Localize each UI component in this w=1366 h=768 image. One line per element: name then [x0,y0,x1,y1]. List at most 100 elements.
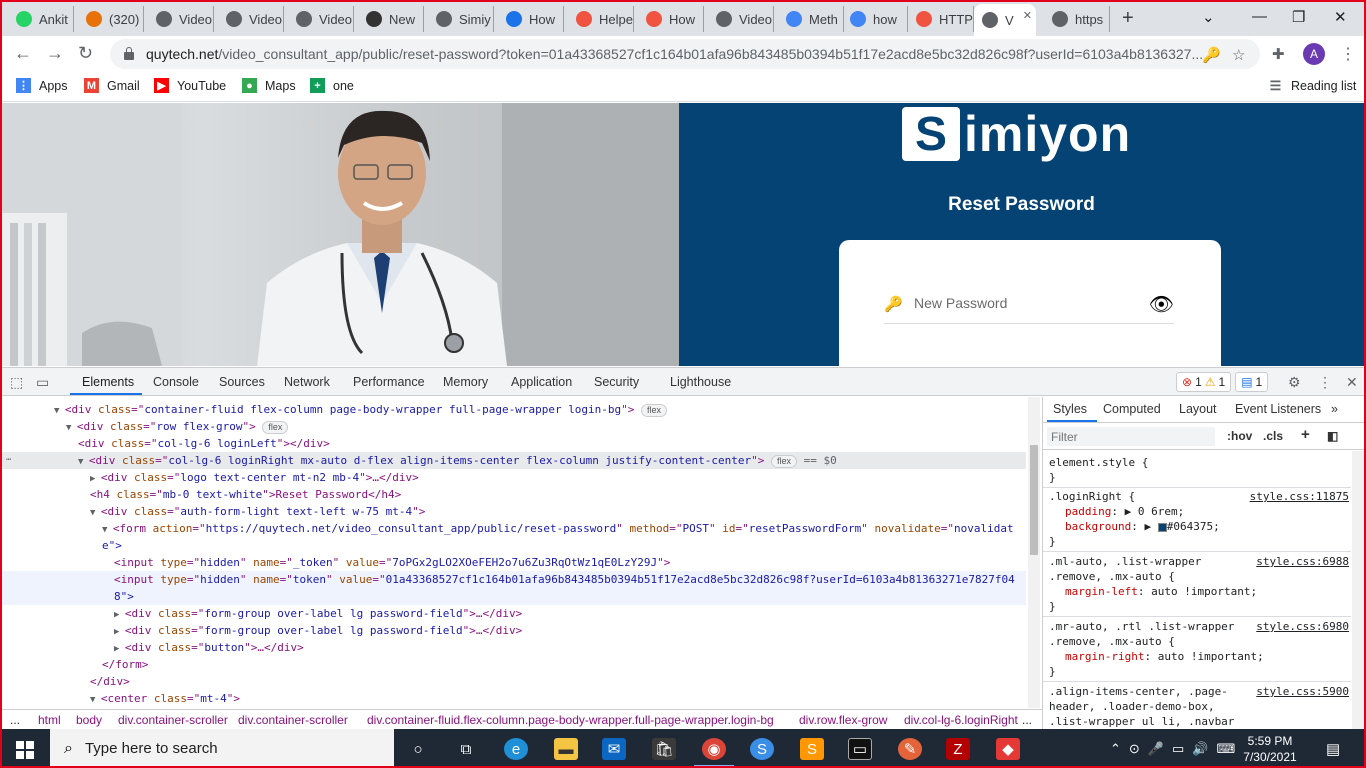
breadcrumb-item[interactable]: ... [1022,713,1032,727]
breadcrumb-item[interactable]: html [38,713,61,727]
color-swatch[interactable] [1157,522,1167,532]
bookmark-item[interactable]: M Gmail [84,78,140,93]
back-arrow-icon[interactable]: ← [14,43,32,64]
stylesheet-link[interactable]: style.css:6980 [1256,619,1349,634]
file-explorer-icon[interactable]: ▬ [554,738,578,760]
inspect-element-icon[interactable]: ⬚ [10,374,23,391]
expanded-triangle-icon[interactable]: ▼ [78,457,89,467]
css-declaration[interactable]: margin-left: auto !important; [1049,584,1345,599]
dom-node-line[interactable]: <input type="hidden" name="_token" value… [2,554,1026,571]
task-view-icon[interactable]: ⧉ [454,738,478,760]
mail-icon[interactable]: ✉ [602,738,626,760]
breadcrumb-item[interactable]: div.container-fluid.flex-column.page-bod… [367,713,774,727]
anydesk-icon[interactable]: ◆ [996,738,1020,760]
browser-tab[interactable]: Video [148,6,214,32]
dom-node-line[interactable]: ▶ <div class="button">…</div> [2,639,1026,656]
device-toolbar-icon[interactable]: ▭ [36,374,49,391]
messages-badge[interactable]: ▤ 1 [1235,372,1269,392]
chrome-icon[interactable]: ◉ [702,738,726,760]
more-tabs-chevron-icon[interactable]: » [1331,402,1338,416]
breadcrumb-item[interactable]: div.row.flex-grow [799,713,887,727]
browser-tab[interactable]: Ankit [8,6,74,32]
breadcrumb-item[interactable]: div.col-lg-6.loginRight [904,713,1018,727]
hover-state-toggle[interactable]: :hov [1227,429,1252,443]
devtools-tab-security[interactable]: Security [594,375,639,389]
forward-arrow-icon[interactable]: → [46,43,64,64]
scrollbar-thumb[interactable] [1030,445,1038,555]
css-rule[interactable]: .loginRight {style.css:11875 padding: ▶ 0… [1043,487,1351,552]
css-rule[interactable]: element.style {} [1043,453,1351,488]
css-rule[interactable]: .ml-auto, .list-wrapper .remove, .mx-aut… [1043,552,1351,617]
dom-node-line[interactable]: ⋯ ▼ <div class="col-lg-6 loginRight mx-a… [2,452,1026,469]
postman-icon[interactable]: ✎ [898,738,922,760]
taskbar-clock[interactable]: 5:59 PM 7/30/2021 [1240,733,1300,765]
dom-node-line[interactable]: ▼ <div class="container-fluid flex-colum… [2,401,1026,418]
dom-node-line[interactable]: ▶ <div class="form-group over-label lg p… [2,622,1026,639]
browser-tab[interactable]: Helpe [568,6,634,32]
stylesheet-link[interactable]: style.css:5900 [1256,684,1349,699]
expanded-triangle-icon[interactable]: ▼ [102,525,113,535]
devtools-tab-console[interactable]: Console [153,375,199,389]
store-icon[interactable]: 🛍 [652,738,676,760]
dom-node-line[interactable]: <h4 class="mb-0 text-white">Reset Passwo… [2,486,1026,503]
expanded-triangle-icon[interactable]: ▼ [90,695,101,705]
stylesheet-link[interactable]: style.css:11875 [1250,489,1349,504]
styles-scrollbar[interactable] [1352,451,1364,730]
breadcrumb-item[interactable]: ... [10,713,20,727]
dom-node-line[interactable]: ▼ <div class="row flex-grow"> flex [2,418,1026,435]
toggle-sidebar-icon[interactable]: ◧ [1327,429,1338,443]
collapsed-triangle-icon[interactable]: ▶ [114,610,125,620]
flex-badge[interactable]: flex [771,455,798,468]
collapsed-triangle-icon[interactable]: ▶ [90,474,101,484]
expanded-triangle-icon[interactable]: ▼ [66,423,77,433]
browser-tab[interactable]: Video [218,6,284,32]
dom-node-line[interactable]: <div class="col-lg-6 loginLeft"></div> [2,435,1026,452]
sublime-text-icon[interactable]: S [800,738,824,760]
cortana-icon[interactable]: ○ [406,738,430,760]
devtools-tab-elements[interactable]: Elements [82,375,134,389]
tab-search-icon[interactable]: ⌄ [1202,8,1215,26]
browser-tab[interactable]: how [842,6,908,32]
css-rule[interactable]: .mr-auto, .rtl .list-wrapper .remove, .m… [1043,617,1351,682]
dom-node-line[interactable]: e"> [2,537,1026,554]
browser-menu-icon[interactable]: ⋮ [1340,44,1356,64]
browser-tab[interactable]: Simiy [428,6,494,32]
new-tab-plus-icon[interactable]: + [1122,7,1134,30]
devtools-menu-icon[interactable]: ⋮ [1318,374,1332,391]
address-bar[interactable]: quytech.net/video_consultant_app/public/… [110,39,1260,69]
css-rule[interactable]: .align-items-center, .page-header, .load… [1043,682,1351,730]
css-declaration[interactable]: margin-right: auto !important; [1049,649,1345,664]
taskbar-search-box[interactable]: ⌕ Type here to search [50,729,394,766]
reading-list-button[interactable]: ☰ Reading list [1268,78,1357,93]
flex-badge[interactable]: flex [641,404,668,417]
reload-icon[interactable]: ↻ [78,43,93,64]
extensions-puzzle-icon[interactable]: ✚ [1272,45,1285,63]
class-toggle[interactable]: .cls [1263,429,1283,443]
bookmark-item[interactable]: ● Maps [242,78,296,93]
system-tray[interactable]: ⌃⊙🎤▭🔊⌨ [1110,741,1243,757]
flex-badge[interactable]: flex [262,421,289,434]
browser-tab[interactable]: New [358,6,424,32]
dom-node-line[interactable]: ▶ <div class="logo text-center mt-n2 mb-… [2,469,1026,486]
devtools-tab-sources[interactable]: Sources [219,375,265,389]
terminal-icon[interactable]: ▭ [848,738,872,760]
minimize-icon[interactable]: — [1252,8,1267,25]
bookmark-item[interactable]: ▶ YouTube [154,78,226,93]
breadcrumb-item[interactable]: body [76,713,102,727]
styles-tab-styles[interactable]: Styles [1053,402,1087,416]
breadcrumb-item[interactable]: div.container-scroller [118,713,228,727]
browser-tab[interactable]: How [498,6,564,32]
browser-tab[interactable]: Video [288,6,354,32]
browser-tab[interactable]: (320) [78,6,144,32]
devtools-tab-performance[interactable]: Performance [353,375,425,389]
dom-node-line[interactable]: ▼ <center class="mt-4"> [2,690,1026,707]
lock-icon[interactable] [124,47,134,60]
styles-filter-input[interactable] [1047,427,1215,446]
stylesheet-link[interactable]: style.css:6988 [1256,554,1349,569]
dom-node-line[interactable]: </form> [2,656,1026,673]
filezilla-icon[interactable]: Z [946,738,970,760]
add-rule-plus-icon[interactable]: + [1301,426,1310,443]
devtools-tab-network[interactable]: Network [284,375,330,389]
star-icon[interactable]: ☆ [1232,46,1245,64]
breadcrumb-item[interactable]: div.container-scroller [238,713,348,727]
